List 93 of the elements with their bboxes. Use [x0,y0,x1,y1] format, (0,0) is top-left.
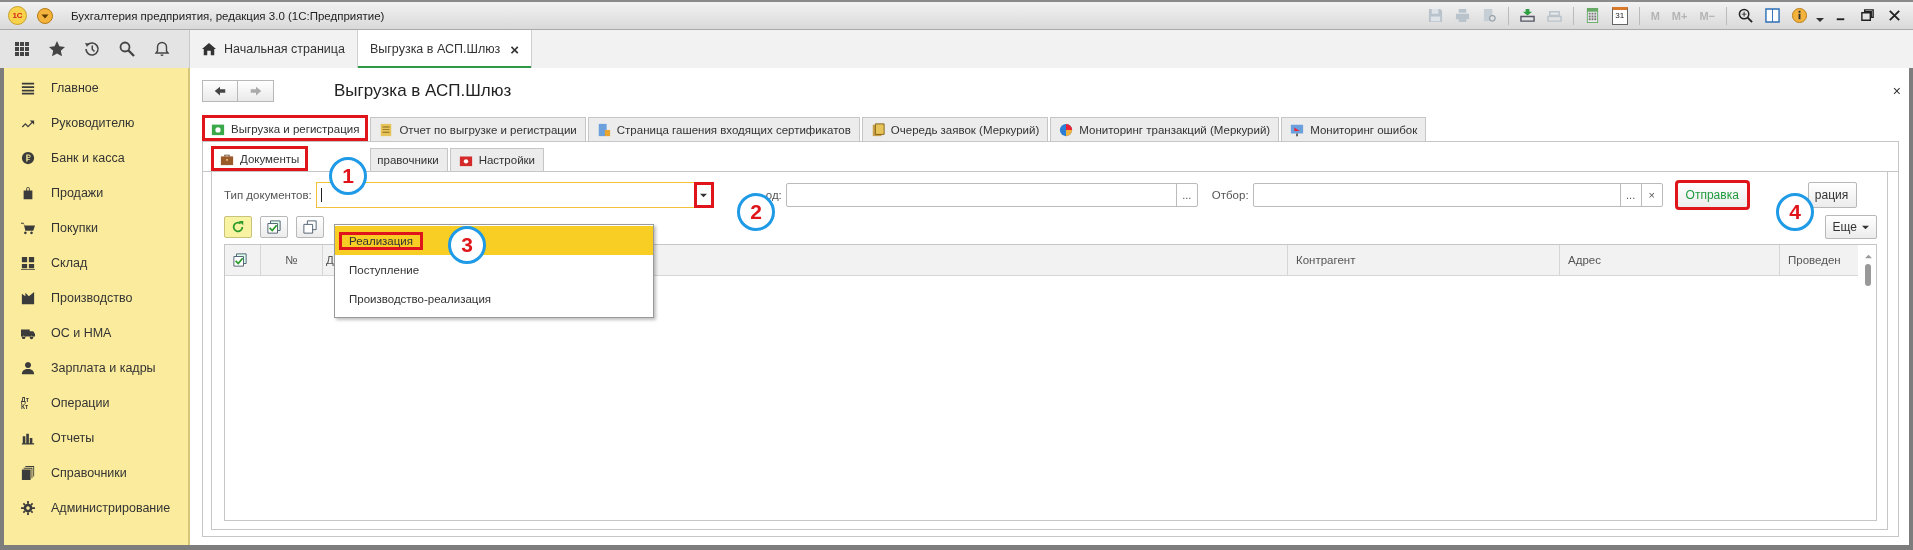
section-icon [21,185,35,200]
sidebar-item[interactable]: Продажи [4,175,188,210]
section-icon [21,465,35,480]
sidebar-item[interactable]: Производство [4,280,188,315]
restore-icon[interactable] [1860,8,1875,23]
item-label: Производство-реализация [348,291,493,307]
form-tab[interactable]: Выгрузка и регистрация [202,115,369,141]
sidebar-item[interactable]: Покупки [4,210,188,245]
dropdown-button[interactable] [695,184,712,206]
sidebar-item[interactable]: Главное [4,70,188,105]
more-button[interactable]: Еще [1824,215,1877,239]
menu-icon[interactable] [37,7,53,24]
copy-icon [303,220,317,234]
tab-icon [1290,122,1305,137]
star-icon[interactable] [49,41,65,57]
form-tab[interactable]: Отчет по выгрузке и регистрации [370,117,586,141]
section-icon [21,500,35,515]
section-icon [21,80,35,95]
column-header[interactable]: № [261,245,323,275]
clear-button[interactable]: × [1640,184,1662,206]
section-icon [21,290,35,305]
history-icon[interactable] [84,41,100,57]
briefcase-icon [220,152,234,166]
scroll-thumb[interactable] [1865,264,1871,286]
copy-button[interactable] [296,216,324,238]
back-arrow-icon [213,84,227,98]
sidebar-item[interactable]: ОС и НМА [4,315,188,350]
section-icon [21,360,35,375]
link-arrow-icon[interactable] [1519,8,1535,23]
sub-tab[interactable]: Документы [211,146,309,171]
tab-icon [596,122,611,137]
tab-icon [379,122,394,137]
search-icon[interactable] [119,41,135,57]
bell-icon[interactable] [154,41,170,57]
field-label: од: [765,189,782,201]
sidebar-item[interactable]: Руководителю [4,105,188,140]
sidebar-item[interactable]: Банк и касса [4,140,188,175]
document-type-field[interactable] [315,182,714,208]
tab-label: Начальная страница [224,42,345,56]
back-button[interactable] [202,80,238,102]
sub-tab[interactable]: Настройки [449,148,545,171]
field-label: Отбор: [1211,189,1249,201]
scroll-up-icon[interactable] [1864,253,1872,260]
home-icon [202,42,216,56]
sidebar-item[interactable]: Зарплата и кадры [4,350,188,385]
sub-tab[interactable]: правочники [370,148,448,171]
field-label: Тип документов: [224,189,312,201]
refresh-icon [231,220,245,234]
close-button[interactable]: × [1892,83,1901,99]
tab-icon [870,122,885,137]
check-all-icon [233,253,247,267]
choose-button[interactable]: ... [1619,184,1641,206]
section-icon [21,255,35,270]
close-icon[interactable] [1887,8,1902,23]
item-label: Поступление [348,262,421,278]
action-button[interactable]: рация [1807,182,1858,208]
apps-grid-icon[interactable] [14,41,30,57]
sidebar-item[interactable]: Администрирование [4,490,188,525]
section-icon [21,150,35,165]
filter-field[interactable]: ... × [1252,183,1663,207]
check-all-button[interactable] [260,216,288,238]
form-tab[interactable]: Страница гашения входящих сертификатов [587,117,860,141]
refresh-button[interactable] [224,216,252,238]
sidebar-item[interactable]: Склад [4,245,188,280]
choose-button[interactable]: ... [1175,184,1197,206]
close-tab-button[interactable]: × [510,40,520,58]
app-logo[interactable]: 1С [8,6,27,25]
panel-icon[interactable] [1765,8,1780,23]
caret-icon [700,191,708,199]
sidebar-item[interactable]: Отчеты [4,420,188,455]
window-title: Бухгалтерия предприятия, редакция 3.0 (1С:Предприятие) [71,9,385,22]
check-all-icon [267,220,281,234]
form-tab[interactable]: Мониторинг ошибок [1281,117,1427,141]
column-header[interactable]: Проведен [1780,245,1858,275]
period-field[interactable]: ... [785,183,1198,207]
calculator-icon[interactable] [1584,8,1600,23]
column-header[interactable]: Контрагент [1288,245,1560,275]
tab-icon [1059,122,1074,137]
forward-arrow-icon [248,84,263,98]
caret-icon[interactable] [1816,15,1824,24]
column-header[interactable]: Адрес [1560,245,1780,275]
caret-icon [1862,223,1869,231]
sidebar-item[interactable]: Справочники [4,455,188,490]
page-tab[interactable]: Выгрузка в АСП.Шлюз × [357,30,533,68]
section-icon [21,220,35,235]
info-icon[interactable] [1792,8,1807,23]
tab-label: Выгрузка в АСП.Шлюз [369,42,501,56]
form-tab[interactable]: Мониторинг транзакций (Меркурий) [1050,117,1280,141]
calendar-icon[interactable]: 31 [1611,6,1628,25]
dropdown-item[interactable]: Производство-реализация [335,284,653,313]
zoom-icon[interactable] [1738,8,1753,23]
form-title: Выгрузка в АСП.Шлюз [334,81,512,101]
form-tab[interactable]: Очередь заявок (Меркурий) [861,117,1049,141]
